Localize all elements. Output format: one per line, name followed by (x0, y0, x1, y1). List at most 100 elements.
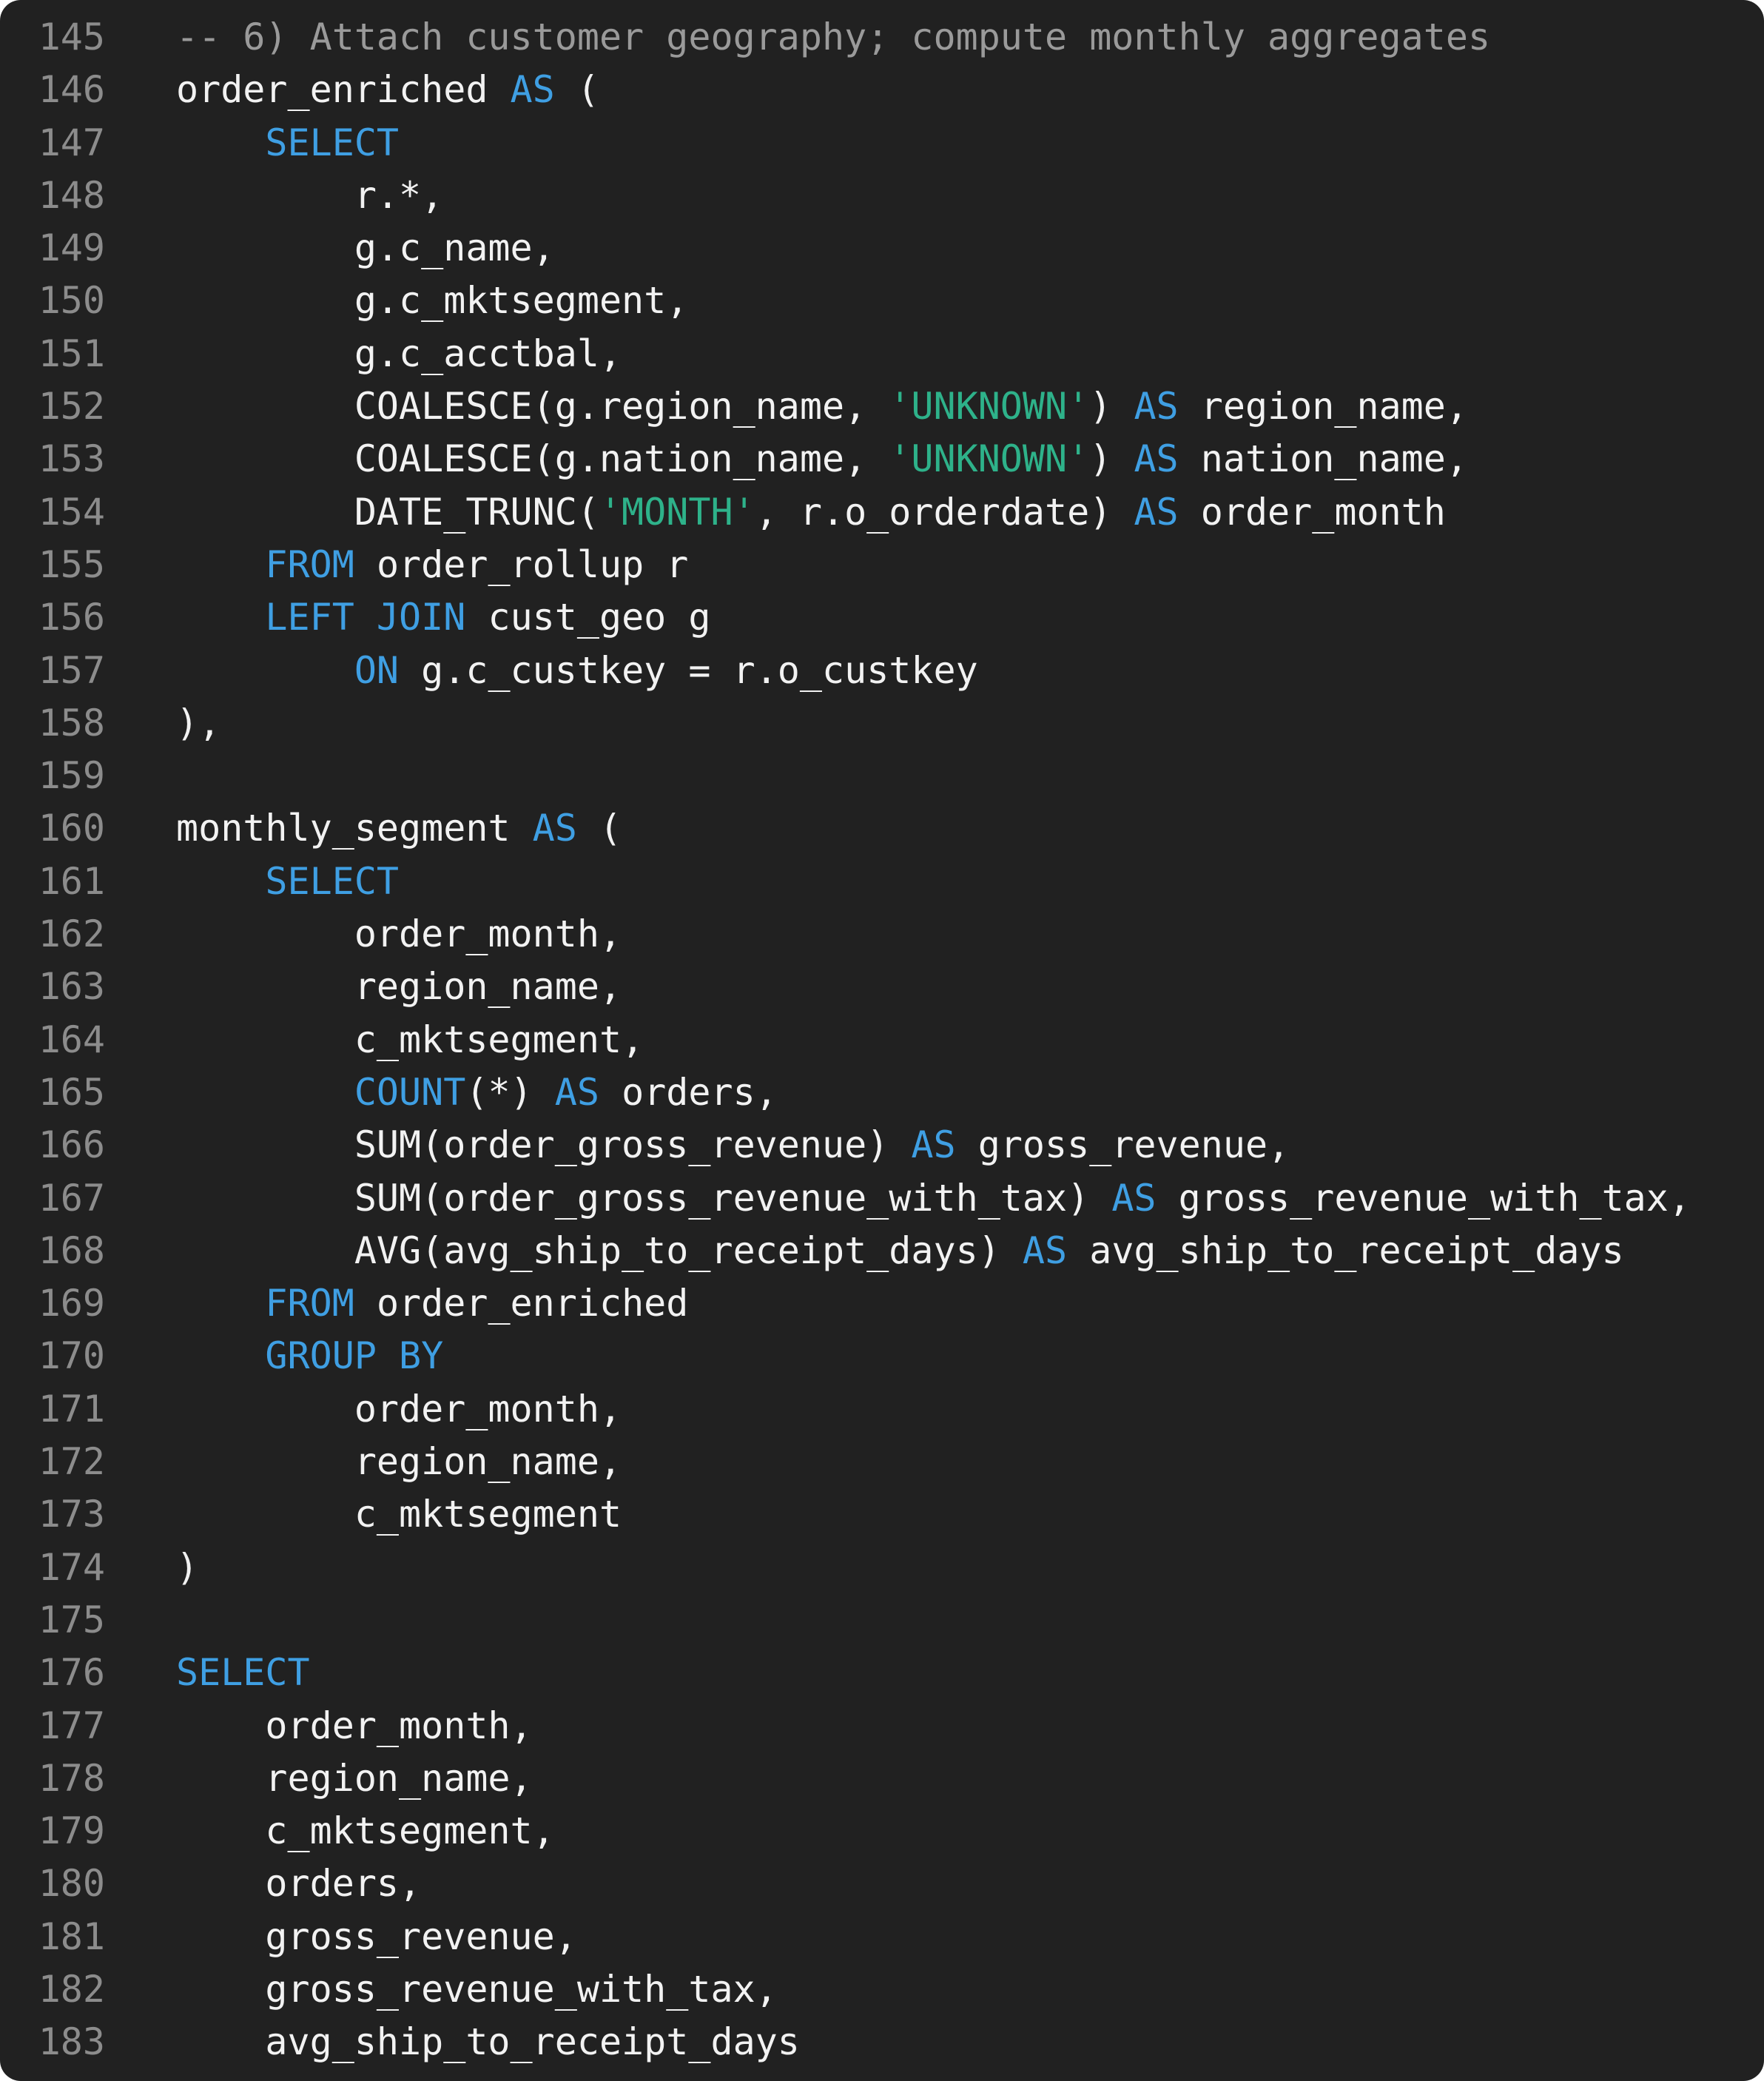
comment-token: -- 6) Attach customer geography; compute… (176, 16, 1491, 58)
code-line[interactable]: 182 gross_revenue_with_tax, (0, 1968, 1764, 2020)
code-line[interactable]: 183 avg_ship_to_receipt_days (0, 2020, 1764, 2073)
code-line[interactable]: 153 COALESCE(g.nation_name, 'UNKNOWN') A… (0, 437, 1764, 490)
code-token: avg_ship_to_receipt_days (176, 2020, 800, 2064)
code-token: region_name, (176, 965, 622, 1009)
code-token: ) (176, 1545, 199, 1589)
code-token: order_month, (176, 1387, 622, 1431)
line-number: 165 (38, 1070, 105, 1114)
line-code: order_month, (176, 912, 622, 955)
line-code: DATE_TRUNC('MONTH', r.o_orderdate) AS or… (176, 491, 1446, 534)
code-line[interactable]: 164 c_mktsegment, (0, 1018, 1764, 1071)
code-line[interactable]: 154 DATE_TRUNC('MONTH', r.o_orderdate) A… (0, 491, 1764, 543)
line-code: order_month, (176, 1704, 533, 1747)
code-line[interactable]: 158), (0, 702, 1764, 754)
line-number: 152 (38, 385, 105, 428)
line-number: 175 (38, 1598, 105, 1641)
line-number: 167 (38, 1176, 105, 1220)
line-code: c_mktsegment, (176, 1809, 554, 1852)
keyword-token: AS (1111, 1176, 1157, 1220)
code-line[interactable]: 163 region_name, (0, 965, 1764, 1018)
line-code: GROUP BY (176, 1334, 443, 1377)
line-code: SELECT (176, 1651, 310, 1694)
code-line[interactable]: 150 g.c_mktsegment, (0, 279, 1764, 332)
code-line[interactable]: 161 SELECT (0, 860, 1764, 912)
code-line[interactable]: 174) (0, 1546, 1764, 1598)
code-line[interactable]: 175 (0, 1598, 1764, 1651)
code-line[interactable]: 149 g.c_name, (0, 226, 1764, 279)
code-line[interactable]: 176 SELECT (0, 1651, 1764, 1704)
code-token: g.c_mktsegment, (176, 279, 689, 323)
code-line[interactable]: 168 AVG(avg_ship_to_receipt_days) AS avg… (0, 1229, 1764, 1282)
code-line[interactable]: 159 (0, 754, 1764, 807)
code-token: avg_ship_to_receipt_days (1067, 1228, 1624, 1272)
code-line[interactable]: 167 SUM(order_gross_revenue_with_tax) AS… (0, 1177, 1764, 1229)
code-token: ) (1089, 385, 1134, 428)
line-number: 160 (38, 807, 105, 850)
line-code: g.c_acctbal, (176, 332, 622, 375)
code-line[interactable]: 145 -- 6) Attach customer geography; comp… (0, 16, 1764, 68)
code-token: g.c_acctbal, (176, 332, 622, 375)
code-line[interactable]: 181 gross_revenue, (0, 1915, 1764, 1968)
code-token: SUM(order_gross_revenue_with_tax) (176, 1176, 1112, 1220)
code-line[interactable]: 162 order_month, (0, 912, 1764, 965)
keyword-token: GROUP BY (265, 1334, 444, 1378)
code-line[interactable]: 151 g.c_acctbal, (0, 332, 1764, 385)
line-number: 163 (38, 965, 105, 1009)
line-number: 150 (38, 279, 105, 323)
code-token: c_mktsegment (176, 1493, 622, 1536)
line-number: 171 (38, 1387, 105, 1431)
code-token: gross_revenue_with_tax, (176, 1967, 778, 2011)
line-number: 162 (38, 912, 105, 956)
code-line[interactable]: 148 r.*, (0, 174, 1764, 226)
line-number: 182 (38, 1967, 105, 2011)
line-code: AVG(avg_ship_to_receipt_days) AS avg_shi… (176, 1229, 1624, 1272)
line-number: 173 (38, 1493, 105, 1536)
line-code: LEFT JOIN cust_geo g (176, 596, 710, 639)
code-line[interactable]: 166 SUM(order_gross_revenue) AS gross_re… (0, 1123, 1764, 1176)
code-line[interactable]: 177 order_month, (0, 1704, 1764, 1757)
line-number: 147 (38, 121, 105, 164)
code-line[interactable]: 170 GROUP BY (0, 1334, 1764, 1387)
code-line[interactable]: 146 order_enriched AS ( (0, 68, 1764, 121)
code-token: DATE_TRUNC( (176, 490, 599, 534)
code-token: gross_revenue_with_tax, (1156, 1176, 1691, 1220)
code-line[interactable]: 180 orders, (0, 1862, 1764, 1914)
line-number: 157 (38, 648, 105, 692)
code-token: COALESCE(g.region_name, (176, 385, 889, 428)
code-line[interactable]: 172 region_name, (0, 1440, 1764, 1493)
line-number: 145 (38, 16, 105, 58)
code-line[interactable]: 156 LEFT JOIN cust_geo g (0, 596, 1764, 648)
line-number: 174 (38, 1545, 105, 1589)
code-token: , r.o_orderdate) (755, 490, 1134, 534)
code-line[interactable]: 171 order_month, (0, 1388, 1764, 1440)
code-line[interactable]: 173 c_mktsegment (0, 1493, 1764, 1545)
code-line[interactable]: 155 FROM order_rollup r (0, 543, 1764, 596)
code-line[interactable]: 165 COUNT(*) AS orders, (0, 1071, 1764, 1123)
line-number: 158 (38, 701, 105, 744)
code-line[interactable]: 179 c_mktsegment, (0, 1809, 1764, 1862)
line-code: -- 6) Attach customer geography; compute… (176, 16, 1490, 58)
line-number: 168 (38, 1228, 105, 1272)
code-line[interactable]: 147 SELECT (0, 121, 1764, 174)
line-number: 181 (38, 1914, 105, 1958)
code-line[interactable]: 152 COALESCE(g.region_name, 'UNKNOWN') A… (0, 385, 1764, 437)
code-editor[interactable]: 145 -- 6) Attach customer geography; comp… (0, 0, 1764, 2081)
line-number: 180 (38, 1862, 105, 1906)
code-line[interactable]: 169 FROM order_enriched (0, 1282, 1764, 1334)
line-number: 179 (38, 1809, 105, 1853)
code-line[interactable]: 178 region_name, (0, 1757, 1764, 1809)
line-number: 159 (38, 754, 105, 798)
code-line[interactable]: 160 monthly_segment AS ( (0, 807, 1764, 859)
code-line[interactable]: 157 ON g.c_custkey = r.o_custkey (0, 649, 1764, 702)
code-token: (*) (465, 1070, 555, 1114)
line-code: g.c_mktsegment, (176, 279, 689, 323)
line-number: 151 (38, 332, 105, 375)
line-number: 154 (38, 490, 105, 534)
keyword-token: FROM (265, 542, 354, 586)
line-code: ), (176, 702, 220, 744)
code-lines: 145 -- 6) Attach customer geography; comp… (0, 16, 1764, 2074)
code-token: order_rollup r (354, 542, 689, 586)
code-token: order_month, (176, 1704, 533, 1747)
